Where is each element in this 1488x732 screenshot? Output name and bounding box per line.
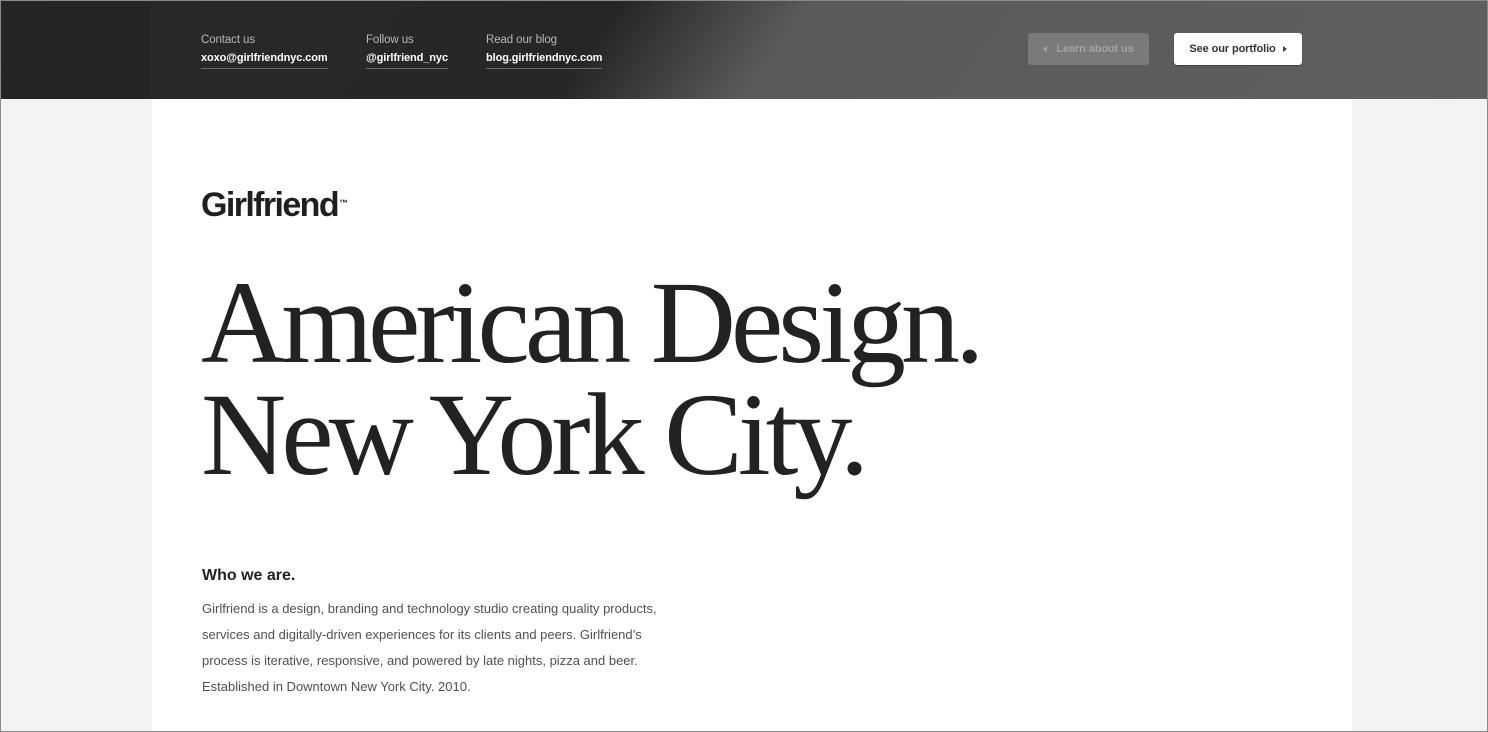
- hero-line-1: American Design.: [201, 257, 984, 388]
- contact-label: Contact us: [201, 34, 255, 46]
- see-portfolio-label: See our portfolio: [1189, 43, 1276, 55]
- who-we-are-heading: Who we are.: [202, 567, 296, 584]
- contact-block: Contact us xoxo@girlfriendnyc.com: [201, 33, 328, 69]
- see-portfolio-button[interactable]: See our portfolio: [1174, 33, 1302, 65]
- contact-email-link[interactable]: xoxo@girlfriendnyc.com: [201, 51, 328, 69]
- about-line: Established in Downtown New York City. 2…: [202, 679, 471, 694]
- follow-twitter-link[interactable]: @girlfriend_nyc: [366, 51, 448, 69]
- trademark-mark: ™: [339, 198, 349, 208]
- follow-label: Follow us: [366, 34, 414, 46]
- about-line: services and digitally-driven experience…: [202, 627, 642, 642]
- blog-block: Read our blog blog.girlfriendnyc.com: [486, 33, 602, 69]
- follow-block: Follow us @girlfriend_nyc: [366, 33, 448, 69]
- top-bar: Contact us xoxo@girlfriendnyc.com Follow…: [1, 1, 1487, 99]
- learn-about-us-label: Learn about us: [1056, 43, 1134, 55]
- about-line: Girlfriend is a design, branding and tec…: [202, 601, 657, 616]
- brand-name-reflection: Girlfriend: [201, 197, 339, 219]
- triangle-left-icon: [1043, 46, 1048, 52]
- about-line: process is iterative, responsive, and po…: [202, 653, 638, 668]
- main-content: Girlfriend™ Girlfriend American Design. …: [152, 99, 1352, 731]
- triangle-right-icon: [1282, 46, 1287, 52]
- learn-about-us-button[interactable]: Learn about us: [1028, 33, 1149, 65]
- who-we-are-text: Girlfriend is a design, branding and tec…: [202, 596, 682, 700]
- page-frame: Contact us xoxo@girlfriendnyc.com Follow…: [0, 0, 1488, 732]
- blog-label: Read our blog: [486, 34, 557, 46]
- hero-headline: American Design. New York City.: [201, 257, 984, 500]
- brand-logo-reflection: Girlfriend: [201, 197, 338, 219]
- blog-link[interactable]: blog.girlfriendnyc.com: [486, 51, 602, 69]
- hero-line-2: New York City.: [201, 369, 869, 500]
